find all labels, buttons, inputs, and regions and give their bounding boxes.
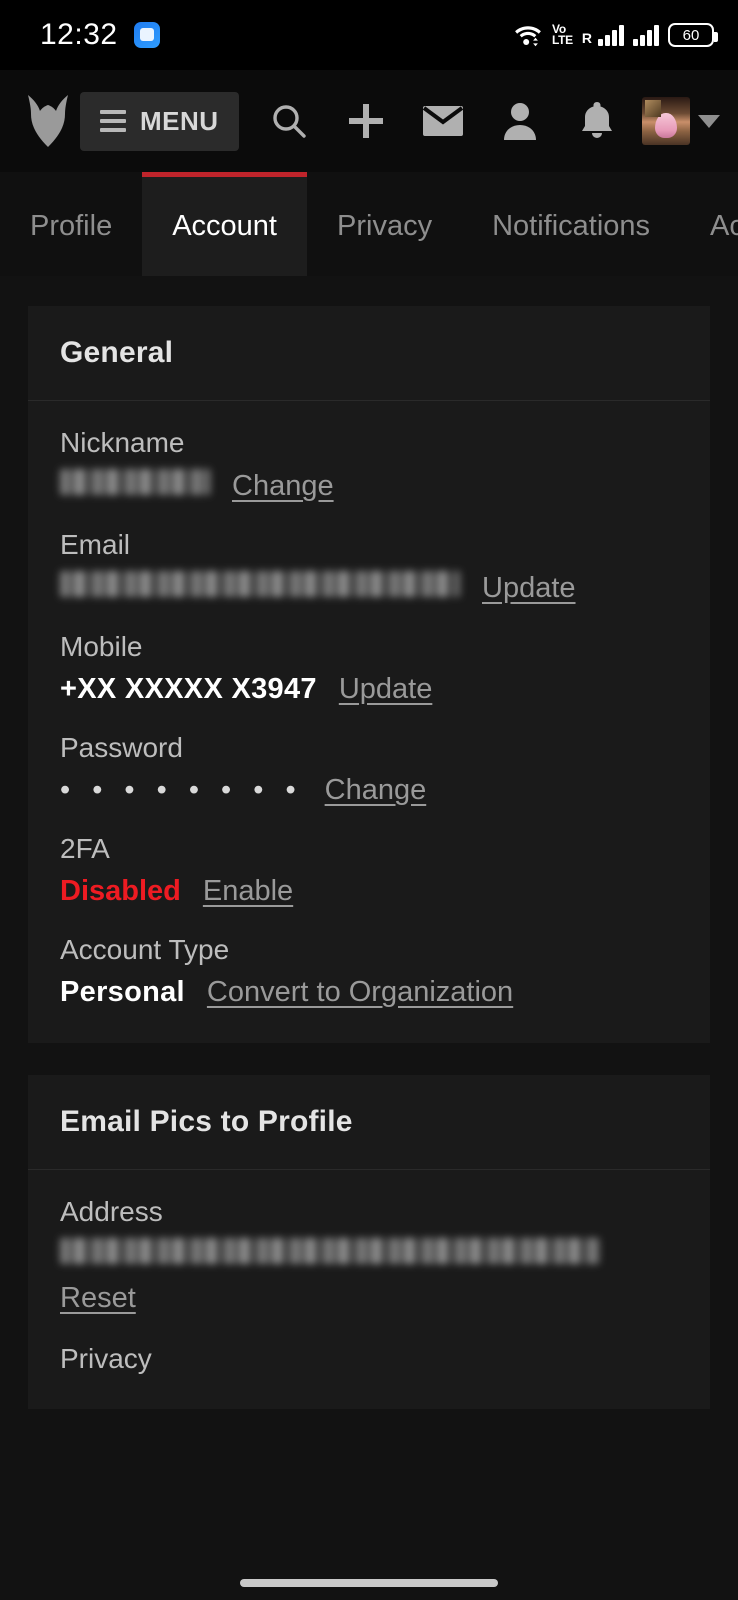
- roaming-indicator: R: [581, 30, 592, 46]
- address-reset-link[interactable]: Reset: [60, 1282, 678, 1315]
- battery-level: 60: [682, 26, 700, 44]
- field-nickname: Nickname Change: [60, 427, 678, 503]
- twofa-enable-link[interactable]: Enable: [203, 875, 293, 908]
- general-card-body: Nickname Change Email Update Mobile +XX …: [28, 401, 710, 1043]
- hamburger-icon: [100, 110, 126, 132]
- general-card-header: General: [28, 306, 710, 401]
- nickname-label: Nickname: [60, 427, 185, 458]
- tab-profile[interactable]: Profile: [0, 172, 142, 276]
- field-password: Password • • • • • • • • Change: [60, 732, 678, 807]
- tab-activity[interactable]: Activi: [680, 172, 738, 276]
- status-clock: 12:32: [40, 18, 118, 51]
- field-account-type: Account Type Personal Convert to Organiz…: [60, 934, 678, 1009]
- volte-bottom-text: LTE: [552, 33, 573, 47]
- gesture-navigation-bar[interactable]: [0, 1566, 738, 1600]
- sim1-signal: R: [582, 24, 624, 46]
- user-icon[interactable]: [482, 91, 559, 151]
- settings-content: General Nickname Change Email Update Mob…: [0, 276, 738, 1600]
- tab-privacy[interactable]: Privacy: [307, 172, 462, 276]
- field-address: Address Reset: [60, 1196, 678, 1315]
- email-update-link[interactable]: Update: [482, 572, 576, 605]
- field-email: Email Update: [60, 529, 678, 605]
- volte-icon: Vo LTE: [552, 23, 573, 47]
- privacy-label: Privacy: [60, 1343, 152, 1374]
- chevron-down-icon[interactable]: [698, 114, 721, 128]
- menu-button[interactable]: MENU: [80, 91, 239, 151]
- field-2fa: 2FA Disabled Enable: [60, 833, 678, 908]
- email-value-redacted: [60, 571, 460, 597]
- signal-bars-icon: [598, 24, 624, 46]
- avatar[interactable]: [642, 97, 691, 145]
- email-pics-card: Email Pics to Profile Address Reset Priv…: [28, 1075, 710, 1409]
- tab-privacy-label: Privacy: [337, 210, 433, 242]
- tab-notifications-label: Notifications: [492, 210, 651, 242]
- mobile-update-link[interactable]: Update: [339, 673, 433, 706]
- tab-account[interactable]: Account: [142, 172, 307, 276]
- tab-profile-label: Profile: [30, 210, 113, 242]
- account-type-value: Personal: [60, 976, 185, 1008]
- address-value-redacted: [60, 1238, 600, 1264]
- search-icon[interactable]: [251, 91, 328, 151]
- sim2-signal-bars-icon: [633, 24, 659, 46]
- status-bar-left: 12:32: [40, 18, 160, 52]
- email-pics-card-body: Address Reset Privacy: [28, 1170, 710, 1409]
- twofa-label: 2FA: [60, 833, 110, 864]
- convert-to-organization-link[interactable]: Convert to Organization: [207, 976, 513, 1009]
- status-bar: 12:32 Vo LTE R 60: [0, 0, 738, 70]
- password-change-link[interactable]: Change: [325, 774, 427, 807]
- page-title: General: [60, 336, 174, 369]
- password-masked-value: • • • • • • • •: [60, 774, 303, 806]
- nickname-value-redacted: [60, 469, 210, 495]
- site-header: MENU: [0, 70, 738, 172]
- bell-icon[interactable]: [559, 91, 636, 151]
- tab-notifications[interactable]: Notifications: [462, 172, 680, 276]
- account-menu[interactable]: [642, 97, 721, 145]
- messages-icon: [133, 22, 160, 48]
- address-label: Address: [60, 1196, 163, 1227]
- mobile-label: Mobile: [60, 631, 143, 662]
- tab-activity-label: Activi: [710, 210, 738, 242]
- email-label: Email: [60, 529, 131, 560]
- general-card: General Nickname Change Email Update Mob…: [28, 306, 710, 1043]
- status-bar-right: Vo LTE R 60: [513, 23, 718, 47]
- mobile-value: +XX XXXXX X3947: [60, 673, 317, 705]
- tab-account-label: Account: [172, 210, 277, 242]
- battery-icon: 60: [668, 23, 718, 47]
- account-type-label: Account Type: [60, 934, 230, 965]
- menu-button-label: MENU: [140, 105, 219, 136]
- furaffinity-logo[interactable]: [22, 93, 74, 149]
- field-mobile: Mobile +XX XXXXX X3947 Update: [60, 631, 678, 706]
- email-pics-title: Email Pics to Profile: [60, 1105, 353, 1138]
- nickname-change-link[interactable]: Change: [232, 470, 334, 503]
- settings-tabs: Profile Account Privacy Notifications Ac…: [0, 172, 738, 276]
- status-badge: Disabled: [60, 875, 181, 907]
- email-pics-card-header: Email Pics to Profile: [28, 1075, 710, 1170]
- wifi-icon: [513, 23, 543, 47]
- plus-icon[interactable]: [328, 91, 405, 151]
- envelope-icon[interactable]: [405, 91, 482, 151]
- password-label: Password: [60, 732, 183, 763]
